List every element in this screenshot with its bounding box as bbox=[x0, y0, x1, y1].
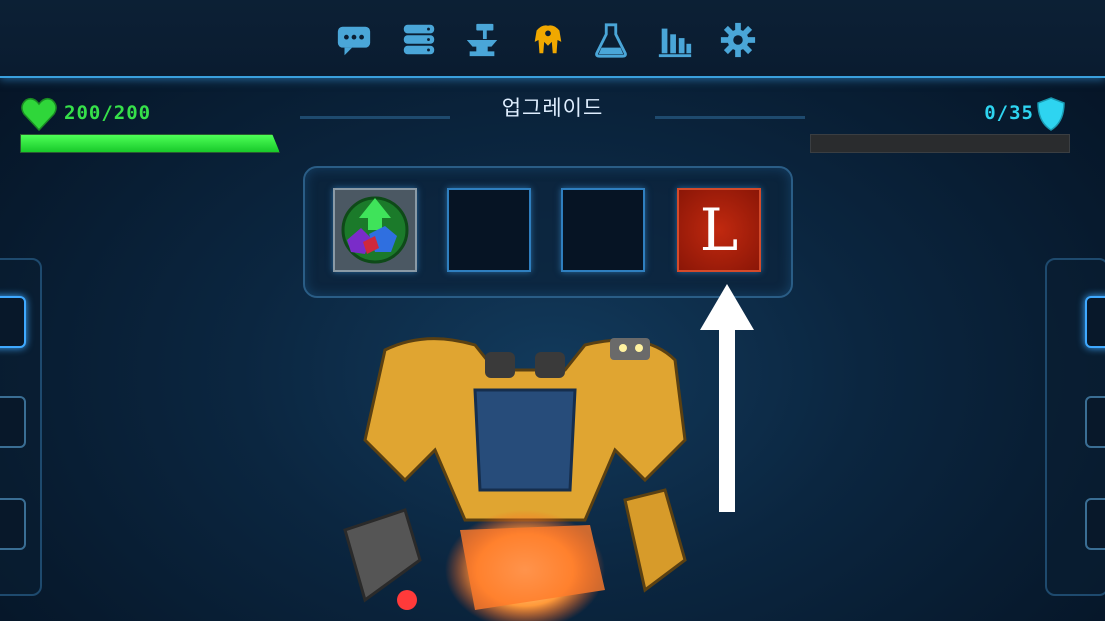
shield-display: 0/35 bbox=[808, 96, 1070, 166]
health-bar-fill bbox=[21, 135, 279, 152]
right-panel-button-1[interactable] bbox=[1085, 296, 1105, 348]
health-display: 200/200 bbox=[18, 96, 280, 166]
page-title: 업그레이드 bbox=[501, 96, 604, 120]
right-side-panel bbox=[1045, 258, 1105, 596]
heart-icon bbox=[21, 97, 57, 132]
top-nav-bar bbox=[0, 0, 1105, 78]
slot-letter: L bbox=[699, 196, 739, 264]
gear-icon[interactable] bbox=[718, 20, 758, 60]
stats-icon[interactable] bbox=[655, 20, 695, 60]
upgrade-slot-2[interactable] bbox=[447, 188, 531, 272]
upgrade-slot-3[interactable] bbox=[561, 188, 645, 272]
gem-upgrade-icon bbox=[341, 196, 409, 264]
shield-icon bbox=[1037, 97, 1065, 131]
shield-value: 0/35 bbox=[984, 102, 1034, 124]
right-panel-button-3[interactable] bbox=[1085, 498, 1105, 550]
right-panel-button-2[interactable] bbox=[1085, 396, 1105, 448]
flask-icon[interactable] bbox=[591, 20, 631, 60]
left-panel-button-2[interactable] bbox=[0, 396, 26, 448]
left-panel-button-1[interactable] bbox=[0, 296, 26, 348]
anvil-hammer-icon[interactable] bbox=[462, 20, 502, 60]
left-panel-button-3[interactable] bbox=[0, 498, 26, 550]
database-icon[interactable] bbox=[399, 20, 439, 60]
upgrade-slot-4[interactable]: L bbox=[677, 188, 761, 272]
shield-bar bbox=[810, 134, 1070, 153]
mech-icon[interactable] bbox=[528, 20, 568, 60]
health-bar bbox=[20, 134, 280, 153]
upgrade-slot-1[interactable] bbox=[333, 188, 417, 272]
chat-icon[interactable] bbox=[334, 20, 374, 60]
upgrade-panel-header: 업그레이드 bbox=[300, 88, 805, 124]
health-value: 200/200 bbox=[64, 102, 152, 124]
left-side-panel bbox=[0, 258, 42, 596]
mech-robot-image bbox=[343, 337, 687, 621]
arrow-up-icon bbox=[700, 284, 754, 512]
